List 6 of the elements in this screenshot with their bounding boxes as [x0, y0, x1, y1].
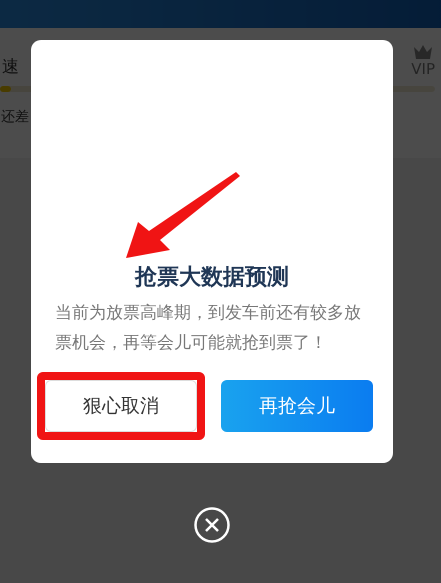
dialog-message: 当前为放票高峰期，到发车前还有较多放票机会，再等会儿可能就抢到票了！	[54, 302, 362, 355]
cancel-button[interactable]: 狠心取消	[45, 380, 197, 432]
dialog-title: 抢票大数据预测	[135, 264, 289, 292]
close-icon[interactable]	[194, 507, 230, 543]
speed-label: 速	[2, 56, 19, 78]
hint-text: 还差	[1, 108, 29, 126]
